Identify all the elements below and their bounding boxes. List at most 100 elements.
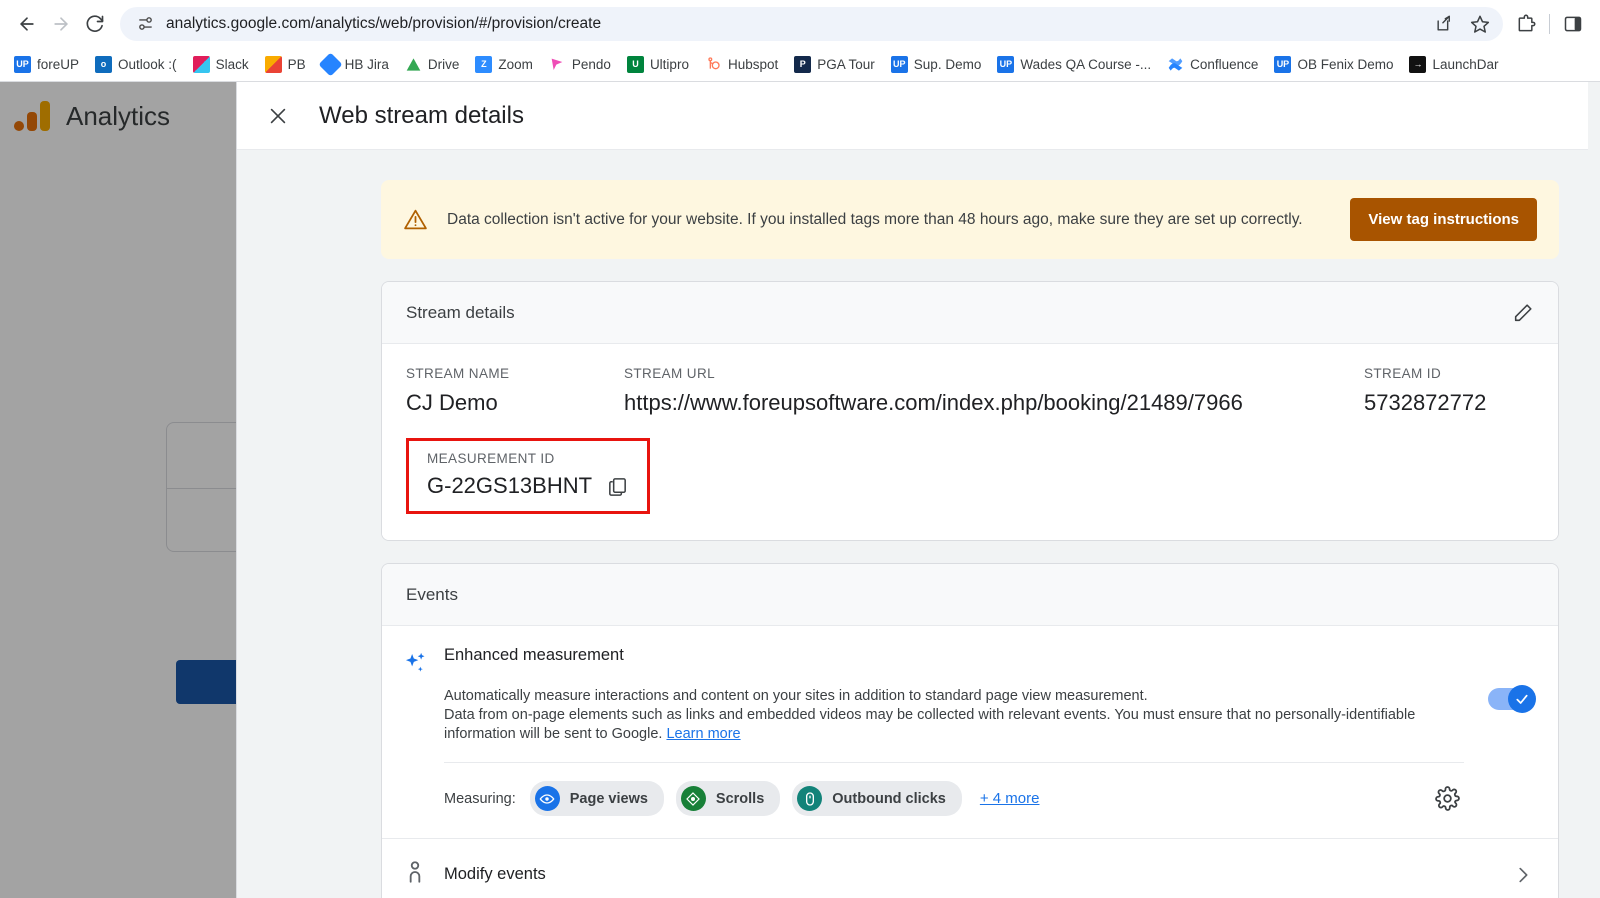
bookmark-item[interactable]: Confluence [1159, 52, 1266, 77]
bookmark-label: PB [287, 56, 306, 72]
zoom-icon: Z [475, 55, 493, 73]
bookmark-item[interactable]: o Outlook :( [87, 52, 185, 77]
extensions-icon[interactable] [1509, 7, 1543, 41]
measurement-id-value: G-22GS13BHNT [427, 473, 593, 498]
star-icon[interactable] [1463, 7, 1497, 41]
stream-url-field: STREAM URL https://www.foreupsoftware.co… [624, 366, 1364, 416]
bookmark-label: Drive [427, 56, 460, 72]
chip-page-views[interactable]: Page views [529, 781, 664, 816]
modal-body: Data collection isn't active for your we… [237, 150, 1600, 898]
bookmark-label: Slack [215, 56, 249, 72]
jira-icon [318, 51, 343, 77]
mouse-click-icon [797, 786, 823, 811]
chip-label: Page views [569, 790, 648, 807]
enhanced-measurement-row: Enhanced measurement Automatically measu… [382, 626, 1558, 838]
toggle-track[interactable] [1488, 685, 1536, 713]
bookmark-item[interactable]: U Ultipro [619, 52, 697, 77]
forward-button[interactable] [44, 7, 78, 41]
bookmark-item[interactable]: → LaunchDar [1401, 52, 1506, 77]
chip-scrolls[interactable]: Scrolls [675, 781, 781, 816]
bookmark-item[interactable]: UP foreUP [6, 52, 87, 77]
chip-label: Scrolls [715, 790, 765, 807]
bookmark-item[interactable]: Pendo [541, 52, 619, 77]
stream-fields-row: STREAM NAME CJ Demo STREAM URL https://w… [382, 344, 1558, 416]
bookmark-label: Ultipro [649, 56, 689, 72]
copy-icon[interactable] [606, 475, 629, 498]
gear-icon[interactable] [1435, 786, 1464, 811]
address-bar[interactable]: analytics.google.com/analytics/web/provi… [120, 6, 1503, 41]
close-icon[interactable] [265, 103, 291, 129]
bookmark-label: PGA Tour [817, 56, 875, 72]
bookmark-label: OB Fenix Demo [1297, 56, 1394, 72]
data-collection-warning-banner: Data collection isn't active for your we… [381, 180, 1559, 259]
page-title: Web stream details [319, 101, 524, 129]
share-icon[interactable] [1427, 7, 1461, 41]
bookmark-item[interactable]: UP Wades QA Course -... [989, 52, 1159, 77]
vertical-scrollbar[interactable] [1588, 82, 1600, 898]
site-settings-icon[interactable] [134, 13, 156, 35]
url-text[interactable]: analytics.google.com/analytics/web/provi… [166, 15, 1427, 33]
bookmark-item[interactable]: P PGA Tour [786, 52, 883, 77]
pencil-edit-icon[interactable] [1512, 302, 1534, 324]
measurement-id-highlight-box: MEASUREMENT ID G-22GS13BHNT [406, 438, 651, 514]
bookmark-item[interactable]: UP OB Fenix Demo [1266, 52, 1401, 77]
stream-id-label: STREAM ID [1364, 366, 1442, 381]
bookmark-label: Zoom [498, 56, 533, 72]
warning-message: Data collection isn't active for your we… [447, 211, 1303, 228]
bookmark-item[interactable]: Slack [185, 52, 257, 77]
slack-icon [192, 55, 210, 73]
eye-icon [534, 786, 560, 811]
measurement-id-label: MEASUREMENT ID [427, 451, 555, 466]
hubspot-icon [705, 56, 722, 73]
browser-toolbar: analytics.google.com/analytics/web/provi… [0, 0, 1600, 47]
bookmark-item[interactable]: PB [257, 52, 314, 77]
bookmark-label: LaunchDar [1432, 56, 1499, 72]
measuring-label: Measuring: [444, 790, 516, 807]
chevron-right-icon[interactable] [1512, 864, 1534, 886]
bookmark-label: Outlook :( [118, 56, 177, 72]
stream-name-field: STREAM NAME CJ Demo [406, 366, 624, 416]
bookmark-item[interactable]: HB Jira [314, 51, 397, 77]
events-card: Events Enhanced measurement Automaticall… [381, 563, 1559, 898]
up-icon: UP [1274, 55, 1292, 73]
modify-events-row[interactable]: Modify events [382, 838, 1558, 898]
launchdarkly-icon: → [1409, 55, 1427, 73]
bookmark-label: HB Jira [344, 56, 389, 72]
enhanced-measurement-desc-line1: Automatically measure interactions and c… [444, 688, 1148, 704]
stream-url-value: https://www.foreupsoftware.com/index.php… [624, 390, 1243, 415]
events-card-header: Events [382, 564, 1558, 626]
measuring-chips-row: Measuring: Page views Scrolls Outbound c… [444, 763, 1464, 838]
reload-button[interactable] [78, 7, 112, 41]
drive-icon [405, 56, 422, 73]
outlook-icon: o [95, 55, 113, 73]
bookmark-label: Hubspot [727, 56, 779, 72]
scroll-diamond-icon [680, 786, 706, 811]
chip-label: Outbound clicks [832, 790, 946, 807]
view-tag-instructions-button[interactable]: View tag instructions [1350, 198, 1537, 241]
bookmark-item[interactable]: Hubspot [697, 52, 786, 77]
bookmarks-bar: UP foreUP o Outlook :( Slack PB HB Jira Dr… [0, 47, 1600, 82]
back-button[interactable] [10, 7, 44, 41]
pendo-icon [549, 56, 566, 73]
modify-events-icon [402, 859, 444, 890]
up-icon: UP [14, 55, 31, 73]
bookmark-item[interactable]: Z Zoom [467, 52, 541, 77]
enhanced-measurement-toggle[interactable] [1464, 646, 1536, 838]
up-icon: UP [890, 55, 908, 73]
up-icon: UP [997, 55, 1015, 73]
stream-id-field: STREAM ID 5732872772 [1364, 366, 1534, 416]
more-events-link[interactable]: + 4 more [980, 790, 1040, 807]
learn-more-link[interactable]: Learn more [666, 726, 740, 742]
side-panel-icon[interactable] [1556, 7, 1590, 41]
bookmark-item[interactable]: UP Sup. Demo [883, 52, 990, 77]
warning-triangle-icon [403, 207, 429, 233]
chip-outbound-clicks[interactable]: Outbound clicks [792, 781, 962, 816]
page-content: Analytics Acc Web stream details [0, 82, 1600, 898]
modal-backdrop[interactable] [0, 82, 236, 898]
enhanced-measurement-title: Enhanced measurement [444, 646, 624, 664]
confluence-icon [1167, 56, 1184, 73]
bookmark-item[interactable]: Drive [397, 52, 468, 77]
bookmark-label: foreUP [37, 56, 80, 72]
measurement-id-row: MEASUREMENT ID G-22GS13BHNT [382, 416, 1558, 540]
events-title: Events [406, 584, 458, 604]
